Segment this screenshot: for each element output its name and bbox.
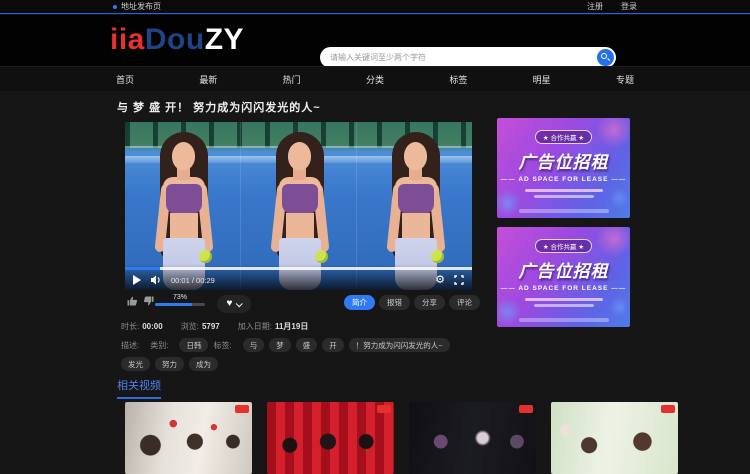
related-video-thumbnail[interactable] <box>551 402 678 474</box>
ad-banner[interactable]: ★ 合作共赢 ★ 广告位招租 AD SPACE FOR LEASE <box>497 118 630 218</box>
related-video-thumbnail[interactable] <box>267 402 394 474</box>
thumbnail-badge <box>235 405 249 413</box>
ad-subtitle: AD SPACE FOR LEASE <box>501 285 627 292</box>
video-title: 与 梦 盛 开！ 努力成为闪闪发光的人~ <box>117 99 321 115</box>
tag-pill[interactable]: 成为 <box>189 357 218 371</box>
ad-fine-print <box>525 298 603 307</box>
tennis-ball <box>431 250 444 263</box>
ad-fine-print <box>525 189 603 198</box>
blue-dot-icon <box>113 5 117 9</box>
tag-pill[interactable]: ！努力成为闪闪发光的人~ <box>349 338 450 352</box>
actions-row: 73% ♥ 简介 报错 分享 评论 <box>125 294 480 318</box>
nav-item-topics[interactable]: 专题 <box>610 73 640 86</box>
site-logo[interactable]: iiaDouZY <box>110 23 244 57</box>
nav-item-category[interactable]: 分类 <box>360 73 390 86</box>
thumbnail-badge <box>519 405 533 413</box>
tab-comment[interactable]: 评论 <box>449 295 480 310</box>
related-video-thumbnail[interactable] <box>409 402 536 474</box>
duration-label: 时长: <box>121 322 139 331</box>
duration-value: 00:00 <box>142 322 162 331</box>
header: iiaDouZY <box>0 15 750 66</box>
video-stats: 时长:00:00 浏览:5797 加入日期:11月19日 <box>121 321 308 332</box>
heart-icon: ♥ <box>227 299 233 309</box>
ad-badge-label: ★ 合作共赢 ★ <box>535 130 592 144</box>
player-controls: 00:01 / 00:29 ⚙ <box>125 264 472 290</box>
date-added-label: 加入日期: <box>238 322 272 331</box>
ad-banner[interactable]: ★ 合作共赢 ★ 广告位招租 AD SPACE FOR LEASE <box>497 227 630 327</box>
like-ratio: 73% <box>155 294 205 306</box>
search-button[interactable] <box>597 49 614 66</box>
tag-pill[interactable]: 梦 <box>269 338 291 352</box>
category-pill[interactable]: 日韩 <box>179 338 208 352</box>
like-ratio-bar <box>155 303 205 306</box>
tags-label: 标签: <box>213 340 231 351</box>
ad-title: 广告位招租 <box>519 148 609 173</box>
category-label: 类别: <box>150 340 168 351</box>
main-content: 与 梦 盛 开！ 努力成为闪闪发光的人~ <box>0 91 750 431</box>
ad-footer-strip <box>519 209 609 213</box>
nav-item-hot[interactable]: 热门 <box>277 73 307 86</box>
login-link[interactable]: 登录 <box>621 1 637 12</box>
time-display: 00:01 / 00:29 <box>171 276 215 285</box>
tennis-ball <box>199 250 212 263</box>
ad-title: 广告位招租 <box>519 257 609 282</box>
views-value: 5797 <box>202 322 220 331</box>
play-button[interactable] <box>133 275 141 285</box>
like-percent-label: 73% <box>155 294 205 301</box>
topbar: 地址发布页 注册 登录 <box>0 0 750 14</box>
logo-part-navy: Dou <box>145 23 205 56</box>
related-video-thumbnail[interactable] <box>125 402 252 474</box>
search-input[interactable] <box>320 53 597 62</box>
tag-pill[interactable]: 盛 <box>296 338 318 352</box>
chevron-down-icon <box>236 300 243 307</box>
volume-icon[interactable] <box>150 275 162 285</box>
ad-subtitle: AD SPACE FOR LEASE <box>501 176 627 183</box>
tag-pill[interactable]: 努力 <box>155 357 184 371</box>
address-publish-label[interactable]: 地址发布页 <box>121 1 161 12</box>
address-publish-link[interactable]: 地址发布页 <box>113 1 161 12</box>
main-nav: 首页 最新 热门 分类 标签 明星 专题 <box>0 66 750 91</box>
thumbnail-badge <box>661 405 675 413</box>
related-videos-heading[interactable]: 相关视频 <box>117 377 161 399</box>
nav-item-tags[interactable]: 标签 <box>443 73 473 86</box>
thumbs-up-icon[interactable] <box>127 296 138 306</box>
thumbs-down-icon[interactable] <box>143 296 154 306</box>
logo-part-white: ZY <box>205 23 244 56</box>
search-box <box>320 47 616 68</box>
like-ratio-fill <box>155 303 192 306</box>
tab-intro[interactable]: 简介 <box>344 295 375 310</box>
views-label: 浏览: <box>181 322 199 331</box>
tab-share[interactable]: 分享 <box>414 295 445 310</box>
fullscreen-icon[interactable] <box>454 275 464 285</box>
video-player[interactable]: 00:01 / 00:29 ⚙ <box>125 122 472 290</box>
tag-pill[interactable]: 发光 <box>121 357 150 371</box>
tennis-ball <box>315 250 328 263</box>
nav-item-stars[interactable]: 明星 <box>527 73 557 86</box>
tag-pill[interactable]: 开 <box>322 338 344 352</box>
ad-footer-strip <box>519 318 609 322</box>
tag-pill[interactable]: 与 <box>243 338 265 352</box>
related-thumbnails <box>125 402 678 474</box>
logo-part-red: iia <box>110 23 145 56</box>
date-added-value: 11月19日 <box>275 322 308 331</box>
settings-gear-icon[interactable]: ⚙ <box>435 275 445 286</box>
ad-badge-label: ★ 合作共赢 ★ <box>535 239 592 253</box>
tab-report[interactable]: 报错 <box>379 295 410 310</box>
search-icon <box>601 53 607 59</box>
nav-item-home[interactable]: 首页 <box>110 73 140 86</box>
description-label: 描述: <box>121 340 139 351</box>
nav-item-latest[interactable]: 最新 <box>193 73 223 86</box>
thumbnail-badge <box>377 405 391 413</box>
register-link[interactable]: 注册 <box>587 1 603 12</box>
video-meta: 描述: 类别: 日韩 标签: 与 梦 盛 开 ！努力成为闪闪发光的人~ 发光 努… <box>121 338 481 371</box>
favorite-button[interactable]: ♥ <box>217 295 251 313</box>
